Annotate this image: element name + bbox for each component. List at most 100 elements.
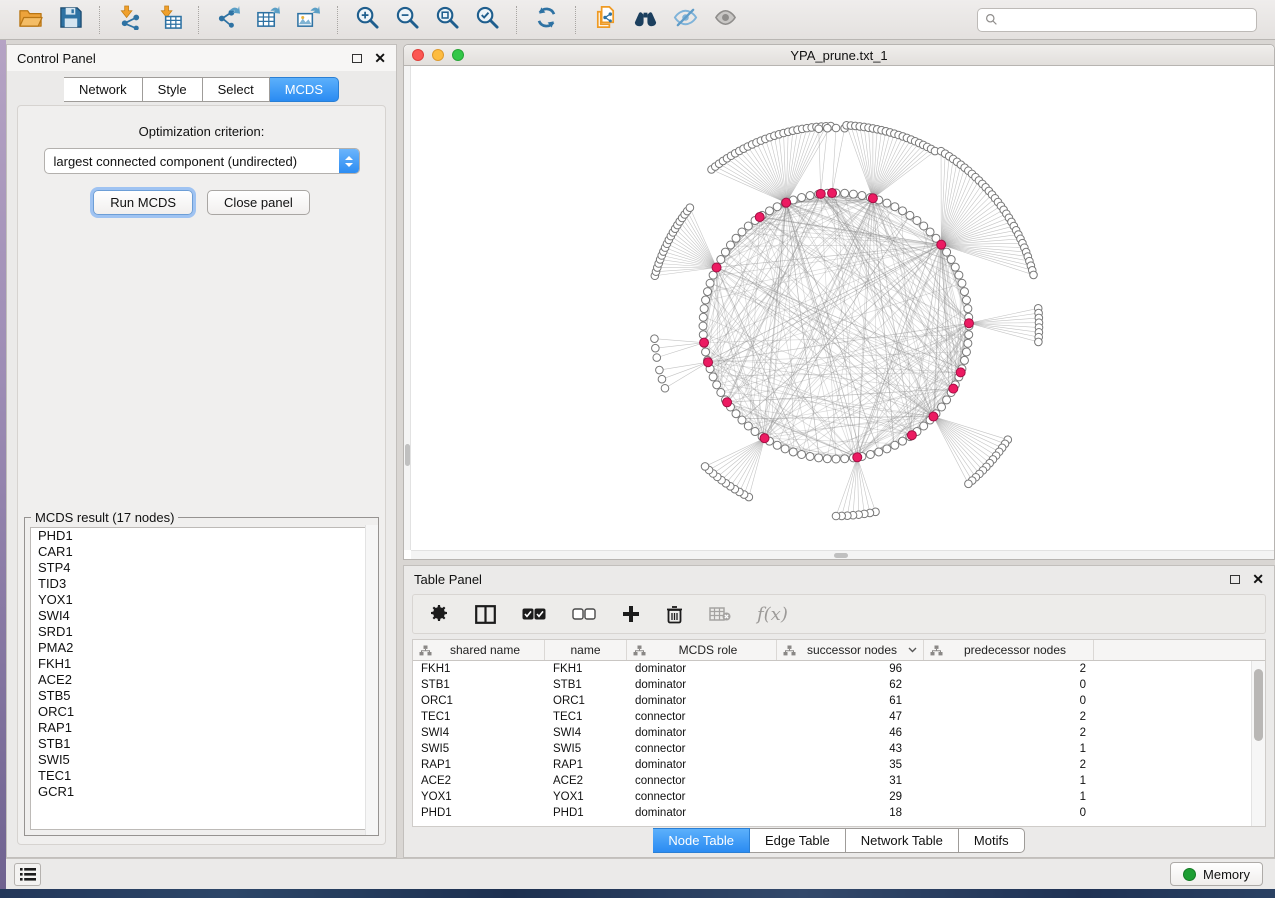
open-file-button[interactable] — [10, 3, 50, 37]
float-window-icon[interactable] — [352, 54, 362, 63]
table-row[interactable]: SWI5 SWI5 connector 43 1 — [413, 741, 1251, 757]
cell-name: ORC1 — [545, 693, 627, 709]
refresh-view-button[interactable] — [526, 3, 566, 37]
import-table-button[interactable] — [149, 3, 189, 37]
mcds-result-item[interactable]: STB1 — [31, 736, 372, 752]
table-row[interactable]: FKH1 FKH1 dominator 96 2 — [413, 661, 1251, 677]
function-builder-button[interactable]: f(x) — [757, 604, 788, 625]
import-network-button[interactable] — [109, 3, 149, 37]
mcds-result-item[interactable]: STB5 — [31, 688, 372, 704]
mcds-result-item[interactable]: CAR1 — [31, 544, 372, 560]
zoom-in-button[interactable] — [347, 3, 387, 37]
cell-filler — [1094, 677, 1251, 693]
close-panel-icon[interactable]: ✕ — [1252, 572, 1264, 586]
optimization-criterion-select[interactable]: largest connected component (undirected) — [44, 148, 360, 174]
network-canvas[interactable] — [411, 66, 1274, 550]
mcds-result-item[interactable]: FKH1 — [31, 656, 372, 672]
network-horizontal-scrollbar[interactable] — [411, 550, 1274, 559]
search-network-button[interactable] — [625, 3, 665, 37]
table-panel-tab[interactable]: Node Table — [653, 828, 750, 853]
export-table-button[interactable] — [248, 3, 288, 37]
select-all-icon — [522, 608, 546, 620]
table-row[interactable]: ORC1 ORC1 dominator 61 0 — [413, 693, 1251, 709]
search-input[interactable] — [1004, 13, 1249, 27]
mcds-result-item[interactable]: ORC1 — [31, 704, 372, 720]
task-history-button[interactable] — [14, 863, 41, 886]
duplicate-network-button[interactable] — [585, 3, 625, 37]
cell-filler — [1094, 741, 1251, 757]
mcds-list-scrollbar[interactable] — [365, 525, 378, 835]
table-column-header[interactable]: successor nodes — [777, 640, 924, 660]
delete-row-button[interactable] — [666, 605, 683, 624]
select-all-button[interactable] — [522, 608, 546, 620]
network-vertical-scrollbar-thumb[interactable] — [405, 444, 410, 466]
mcds-result-item[interactable]: GCR1 — [31, 784, 372, 800]
control-panel-tab[interactable]: Network — [64, 77, 143, 102]
table-panel-tab[interactable]: Network Table — [846, 828, 959, 853]
table-column-header[interactable]: MCDS role — [627, 640, 777, 660]
add-row-button[interactable] — [622, 605, 640, 623]
network-vertical-scrollbar[interactable] — [404, 66, 411, 550]
mcds-result-item[interactable]: TID3 — [31, 576, 372, 592]
mcds-result-item[interactable]: YOX1 — [31, 592, 372, 608]
delete-table-button[interactable] — [709, 607, 731, 621]
table-row[interactable]: STB1 STB1 dominator 62 0 — [413, 677, 1251, 693]
mcds-result-item[interactable]: PMA2 — [31, 640, 372, 656]
table-vertical-scrollbar-thumb[interactable] — [1254, 669, 1263, 741]
table-row[interactable]: SWI4 SWI4 dominator 46 2 — [413, 725, 1251, 741]
table-panel-header: Table Panel ✕ — [404, 566, 1274, 592]
export-network-button[interactable] — [208, 3, 248, 37]
mcds-result-item[interactable]: TEC1 — [31, 768, 372, 784]
float-window-icon[interactable] — [1230, 575, 1240, 584]
table-row[interactable]: TEC1 TEC1 connector 47 2 — [413, 709, 1251, 725]
mcds-result-item[interactable]: PHD1 — [31, 528, 372, 544]
table-panel-tab[interactable]: Motifs — [959, 828, 1025, 853]
mcds-result-item[interactable]: SWI4 — [31, 608, 372, 624]
zoom-fit-button[interactable] — [427, 3, 467, 37]
mcds-result-item[interactable]: STP4 — [31, 560, 372, 576]
control-panel-tab[interactable]: Select — [203, 77, 270, 102]
network-window-titlebar[interactable]: YPA_prune.txt_1 — [404, 45, 1274, 66]
cell-predecessor-nodes: 1 — [924, 773, 1094, 789]
table-column-header[interactable]: predecessor nodes — [924, 640, 1094, 660]
deselect-all-button[interactable] — [572, 608, 596, 620]
table-column-header[interactable]: name — [545, 640, 627, 660]
close-panel-icon[interactable]: ✕ — [374, 51, 386, 65]
close-panel-button[interactable]: Close panel — [207, 190, 310, 215]
export-table-icon — [256, 5, 281, 35]
hide-graphics-button[interactable] — [665, 3, 705, 37]
toolbar-separator — [516, 6, 517, 34]
mcds-result-item[interactable]: RAP1 — [31, 720, 372, 736]
sort-chevron-icon — [908, 647, 917, 653]
memory-button[interactable]: Memory — [1170, 862, 1263, 886]
toolbar-separator — [575, 6, 576, 34]
zoom-selected-button[interactable] — [467, 3, 507, 37]
optimization-criterion-label: Optimization criterion: — [18, 124, 385, 139]
table-row[interactable]: RAP1 RAP1 dominator 35 2 — [413, 757, 1251, 773]
table-panel-tab[interactable]: Edge Table — [750, 828, 846, 853]
mcds-result-item[interactable]: SRD1 — [31, 624, 372, 640]
table-column-header[interactable]: shared name — [413, 640, 545, 660]
table-row[interactable]: PHD1 PHD1 dominator 18 0 — [413, 805, 1251, 821]
control-panel-tab[interactable]: MCDS — [270, 77, 339, 102]
table-header-row: shared name name MCDS role — [413, 640, 1265, 661]
table-vertical-scrollbar[interactable] — [1251, 661, 1265, 826]
show-column-button[interactable] — [475, 605, 496, 624]
column-settings-gear-button[interactable] — [429, 604, 449, 624]
mcds-result-item[interactable]: SWI5 — [31, 752, 372, 768]
cell-filler — [1094, 789, 1251, 805]
show-graphics-button[interactable] — [705, 3, 745, 37]
table-row[interactable]: ACE2 ACE2 connector 31 1 — [413, 773, 1251, 789]
mcds-result-item[interactable]: ACE2 — [31, 672, 372, 688]
zoom-out-button[interactable] — [387, 3, 427, 37]
cell-filler — [1094, 805, 1251, 821]
run-mcds-button[interactable]: Run MCDS — [93, 190, 193, 215]
save-session-button[interactable] — [50, 3, 90, 37]
network-horizontal-scrollbar-thumb[interactable] — [834, 553, 848, 558]
table-row[interactable]: YOX1 YOX1 connector 29 1 — [413, 789, 1251, 805]
network-search-box[interactable] — [977, 8, 1257, 32]
export-image-button[interactable] — [288, 3, 328, 37]
control-panel-tab[interactable]: Style — [143, 77, 203, 102]
import-table-icon — [157, 5, 182, 35]
cell-filler — [1094, 757, 1251, 773]
